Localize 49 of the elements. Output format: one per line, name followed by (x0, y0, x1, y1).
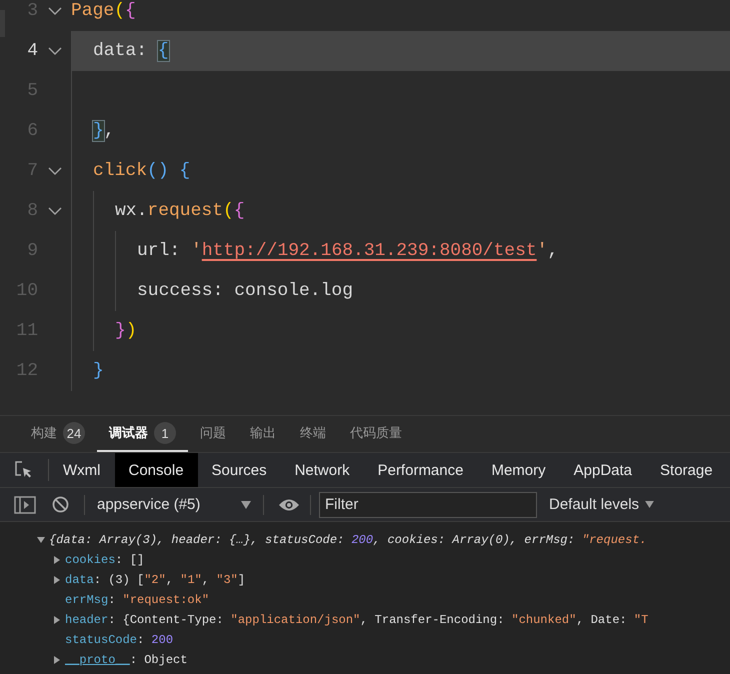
caret-icon (645, 501, 654, 508)
devtools-tab[interactable]: Storage (646, 453, 727, 487)
code-line: success: console.log (137, 281, 354, 301)
context-select[interactable]: appservice (#5) (93, 496, 255, 513)
code-line: url: 'http://192.168.31.239:8080/test', (137, 241, 558, 261)
panel-tab[interactable]: 问题 (188, 416, 238, 452)
code-line: } (93, 361, 104, 381)
panel-tab[interactable]: 代码质量 (338, 416, 414, 452)
code-line: wx.request({ (115, 201, 245, 221)
sidebar-toggle-icon[interactable] (14, 496, 36, 514)
count-badge: 24 (63, 422, 85, 444)
collapse-triangle-icon[interactable] (37, 536, 45, 544)
expand-triangle-icon[interactable] (53, 556, 61, 564)
count-badge: 1 (154, 422, 176, 444)
log-summary[interactable]: {data: Array(3), header: {…}, statusCode: 200, cookies: Array(0), errMsg: "request. (49, 533, 647, 547)
expand-triangle-icon[interactable] (53, 656, 61, 664)
levels-select[interactable]: Default levels (543, 495, 660, 514)
panel-tab[interactable]: 构建 24 (19, 416, 97, 452)
devtools-tab[interactable]: AppData (560, 453, 646, 487)
property-line: __proto__: Object (65, 653, 188, 667)
property-line: statusCode: 200 (65, 633, 174, 647)
fold-chevron-icon[interactable] (48, 7, 62, 15)
devtools-tab[interactable]: Console (114, 453, 198, 487)
property-line: cookies: [] (65, 553, 144, 567)
inspect-element-icon[interactable] (15, 461, 33, 479)
property-line: header: {Content-Type: "application/json", Transfer-Encoding: "chunked", Date: "T (65, 613, 648, 627)
devtools-tab[interactable]: Wxml (49, 453, 114, 487)
property-line: errMsg: "request:ok" (65, 593, 210, 607)
panel-tab[interactable]: 输出 (238, 416, 288, 452)
devtools-tab[interactable]: Memory (477, 453, 560, 487)
code-line: }) (115, 321, 137, 341)
filter-field[interactable]: Filter (319, 492, 537, 518)
code-line: Page({ (71, 1, 136, 21)
caret-icon (241, 500, 251, 508)
fold-chevron-icon[interactable] (48, 167, 62, 175)
panel-tab[interactable]: 终端 (288, 416, 338, 452)
fold-chevron-icon[interactable] (48, 47, 62, 55)
devtools-tab[interactable]: Performance (364, 453, 478, 487)
clear-console-icon[interactable] (52, 496, 69, 513)
devtools-tab[interactable]: Sources (198, 453, 281, 487)
line-number: 4 (26, 41, 38, 61)
eye-icon[interactable] (278, 498, 300, 512)
expand-triangle-icon[interactable] (53, 616, 61, 624)
code-line: data: { (93, 41, 169, 61)
fold-chevron-icon[interactable] (48, 207, 62, 215)
code-line: click() { (93, 161, 190, 181)
expand-triangle-icon[interactable] (53, 576, 61, 584)
property-line: data: (3) ["2", "1", "3"] (65, 573, 246, 587)
devtools-tab[interactable]: Network (280, 453, 364, 487)
